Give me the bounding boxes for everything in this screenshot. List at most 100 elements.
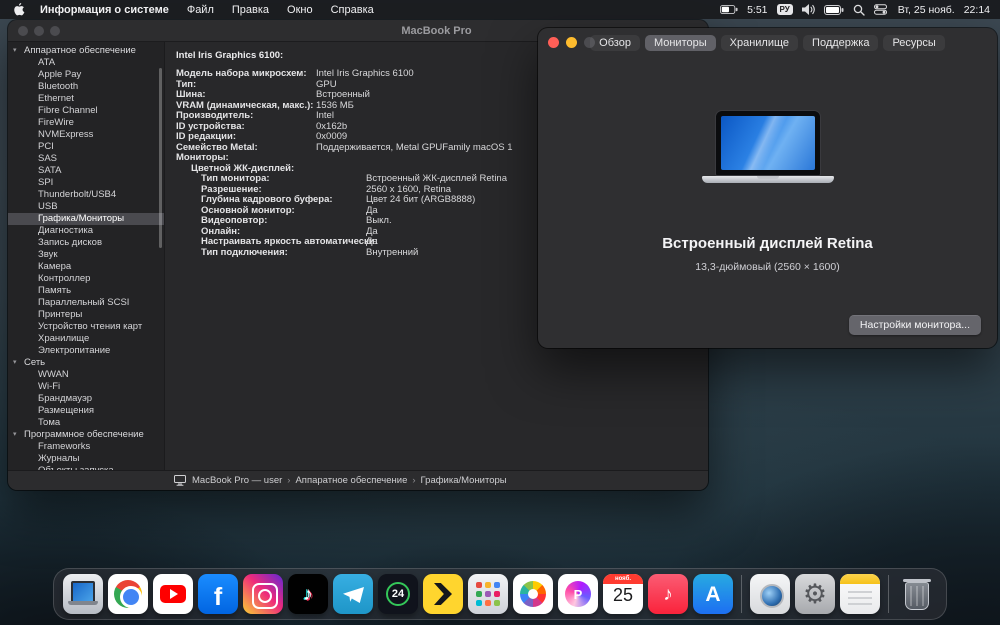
system-preferences-glyph-icon: ⚙ bbox=[802, 578, 828, 609]
tab-поддержка[interactable]: Поддержка bbox=[803, 35, 879, 51]
sidebar-item-thunderbolt-usb4[interactable]: Thunderbolt/USB4 bbox=[8, 189, 164, 201]
sidebar-item-память[interactable]: Память bbox=[8, 285, 164, 297]
sidebar-item-звук[interactable]: Звук bbox=[8, 249, 164, 261]
sidebar-scrollbar[interactable] bbox=[159, 68, 162, 248]
dock-app-24[interactable]: 24 bbox=[378, 574, 418, 614]
dock-calendar[interactable]: нояб. 25 bbox=[603, 574, 643, 614]
tab-обзор[interactable]: Обзор bbox=[590, 35, 640, 51]
dock-instagram[interactable] bbox=[243, 574, 283, 614]
dock-app-store[interactable]: A bbox=[693, 574, 733, 614]
breadcrumb-item[interactable]: Аппаратное обеспечение bbox=[295, 475, 407, 486]
sidebar-item-usb[interactable]: USB bbox=[8, 201, 164, 213]
dock-tiktok[interactable]: ♪ bbox=[288, 574, 328, 614]
dock-launchpad[interactable] bbox=[468, 574, 508, 614]
info-value: Встроенный ЖК-дисплей Retina bbox=[366, 173, 508, 184]
control-center-icon[interactable] bbox=[873, 4, 887, 15]
tab-мониторы[interactable]: Мониторы bbox=[644, 35, 716, 51]
active-app-name[interactable]: Информация о системе bbox=[40, 4, 169, 16]
volume-icon[interactable] bbox=[801, 4, 815, 15]
sidebar-item-apple-pay[interactable]: Apple Pay bbox=[8, 69, 164, 81]
sidebar-item-тома[interactable]: Тома bbox=[8, 417, 164, 429]
sidebar-section-2[interactable]: ▾ Сеть bbox=[8, 357, 164, 369]
sidebar-item-диагностика[interactable]: Диагностика bbox=[8, 225, 164, 237]
sidebar-item-графика-мониторы[interactable]: Графика/Мониторы bbox=[8, 213, 164, 225]
dock-notes[interactable] bbox=[840, 574, 880, 614]
dock-facebook[interactable]: f bbox=[198, 574, 238, 614]
sidebar-item-контроллер[interactable]: Контроллер bbox=[8, 273, 164, 285]
sidebar-item-sas[interactable]: SAS bbox=[8, 153, 164, 165]
info-value: Цвет 24 бит (ARGB8888) bbox=[366, 194, 476, 205]
spotlight-icon[interactable] bbox=[853, 4, 865, 16]
sidebar-item-fibre-channel[interactable]: Fibre Channel bbox=[8, 105, 164, 117]
breadcrumb-item[interactable]: MacBook Pro — user bbox=[192, 475, 282, 486]
sidebar-item-брандмауэр[interactable]: Брандмауэр bbox=[8, 393, 164, 405]
menu-справка[interactable]: Справка bbox=[322, 4, 383, 16]
breadcrumb: MacBook Pro — user › Аппаратное обеспечени… bbox=[192, 475, 507, 486]
input-source-badge[interactable]: РУ bbox=[776, 4, 793, 15]
dock-divider bbox=[888, 575, 889, 613]
dock-youtube[interactable] bbox=[153, 574, 193, 614]
dock-chrome[interactable] bbox=[108, 574, 148, 614]
disclosure-triangle-icon[interactable]: ▾ bbox=[13, 357, 17, 369]
dock-photo-booth[interactable] bbox=[750, 574, 790, 614]
sidebar-item-электропитание[interactable]: Электропитание bbox=[8, 345, 164, 357]
battery-time-remaining: 5:51 bbox=[747, 3, 768, 16]
battery-charging-icon[interactable] bbox=[720, 5, 738, 14]
menu-bar-date[interactable]: Вт, 25 нояб. bbox=[898, 4, 955, 16]
dock-photos[interactable] bbox=[513, 574, 553, 614]
music-glyph-icon: ♪ bbox=[663, 583, 673, 605]
dock-trash[interactable] bbox=[897, 574, 937, 614]
about-tabs: Обзор Мониторы Хранилище Поддержка Ресурсы bbox=[538, 35, 997, 51]
menu-bar: Информация о системе Файл Правка Окно Справ… bbox=[0, 0, 1000, 19]
tiktok-glyph-icon: ♪ bbox=[303, 583, 313, 605]
disclosure-triangle-icon[interactable]: ▾ bbox=[13, 429, 17, 441]
menu-файл[interactable]: Файл bbox=[178, 4, 223, 16]
about-displays-window: Обзор Мониторы Хранилище Поддержка Ресурсы В… bbox=[538, 28, 997, 348]
dock-music[interactable]: ♪ bbox=[648, 574, 688, 614]
sidebar-item-размещения[interactable]: Размещения bbox=[8, 405, 164, 417]
sidebar-item-spi[interactable]: SPI bbox=[8, 177, 164, 189]
sidebar-item-хранилище[interactable]: Хранилище bbox=[8, 333, 164, 345]
minimize-button[interactable] bbox=[34, 26, 44, 36]
sidebar-item-ethernet[interactable]: Ethernet bbox=[8, 93, 164, 105]
dock-yellow-app[interactable] bbox=[423, 574, 463, 614]
dock-telegram[interactable] bbox=[333, 574, 373, 614]
sidebar-item-журналы[interactable]: Журналы bbox=[8, 453, 164, 465]
dock-picsart[interactable]: P bbox=[558, 574, 598, 614]
sidebar-item-frameworks[interactable]: Frameworks bbox=[8, 441, 164, 453]
sidebar-item-pci[interactable]: PCI bbox=[8, 141, 164, 153]
sidebar-item-принтеры[interactable]: Принтеры bbox=[8, 309, 164, 321]
info-value: Intel bbox=[316, 110, 334, 121]
close-button[interactable] bbox=[18, 26, 28, 36]
dock-system-preferences[interactable]: ⚙ bbox=[795, 574, 835, 614]
display-settings-button[interactable]: Настройки монитора... bbox=[848, 315, 981, 335]
sidebar-item-firewire[interactable]: FireWire bbox=[8, 117, 164, 129]
sidebar-section-1[interactable]: ▾ Аппаратное обеспечение bbox=[8, 45, 164, 57]
breadcrumb-separator: › bbox=[287, 475, 291, 486]
disclosure-triangle-icon[interactable]: ▾ bbox=[13, 45, 17, 57]
sidebar-item-wi-fi[interactable]: Wi-Fi bbox=[8, 381, 164, 393]
sidebar-item-sata[interactable]: SATA bbox=[8, 165, 164, 177]
sidebar-item-ata[interactable]: ATA bbox=[8, 57, 164, 69]
info-label: Шина: bbox=[176, 89, 206, 100]
battery-icon[interactable] bbox=[823, 4, 844, 15]
sidebar-item-камера[interactable]: Камера bbox=[8, 261, 164, 273]
breadcrumb-item[interactable]: Графика/Мониторы bbox=[421, 475, 507, 486]
info-label: Видеоповтор: bbox=[201, 215, 268, 226]
tab-хранилище[interactable]: Хранилище bbox=[720, 35, 799, 51]
menu-окно[interactable]: Окно bbox=[278, 4, 322, 16]
menu-bar-time[interactable]: 22:14 bbox=[964, 4, 990, 16]
dock-system-information[interactable] bbox=[63, 574, 103, 614]
apple-menu[interactable] bbox=[14, 3, 25, 16]
sidebar-item-wwan[interactable]: WWAN bbox=[8, 369, 164, 381]
sidebar-section-3[interactable]: ▾ Программное обеспечение bbox=[8, 429, 164, 441]
info-label: Производитель: bbox=[176, 110, 254, 121]
sidebar-item-nvmexpress[interactable]: NVMExpress bbox=[8, 129, 164, 141]
menu-правка[interactable]: Правка bbox=[223, 4, 278, 16]
sidebar-item-запись-дисков[interactable]: Запись дисков bbox=[8, 237, 164, 249]
zoom-button[interactable] bbox=[50, 26, 60, 36]
sidebar-item-устройство-чтения-карт[interactable]: Устройство чтения карт bbox=[8, 321, 164, 333]
tab-ресурсы[interactable]: Ресурсы bbox=[883, 35, 945, 51]
sidebar-item-параллельный-scsi[interactable]: Параллельный SCSI bbox=[8, 297, 164, 309]
sidebar-item-bluetooth[interactable]: Bluetooth bbox=[8, 81, 164, 93]
